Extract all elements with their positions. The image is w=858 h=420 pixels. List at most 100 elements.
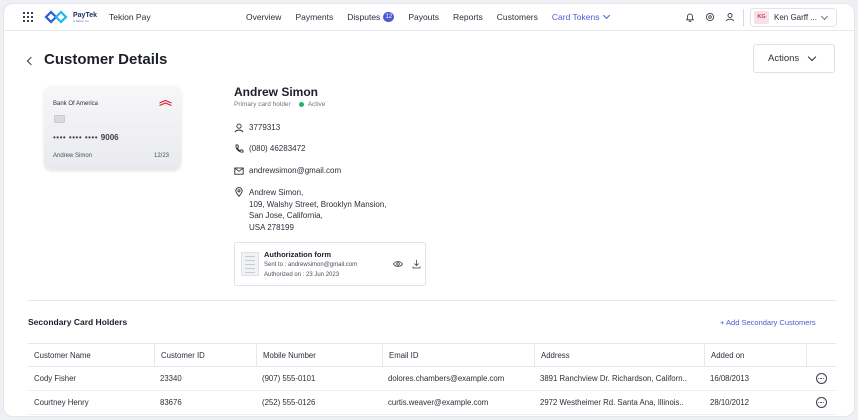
col-customer-id[interactable]: Customer ID <box>154 344 256 366</box>
nav-disputes-label: Disputes <box>347 12 381 22</box>
cell-customer-name: Courtney Henry <box>34 398 89 407</box>
settings-icon[interactable] <box>705 12 715 22</box>
add-secondary-customers-button[interactable]: + Add Secondary Customers <box>720 318 816 327</box>
logo-text: PayTek <box>73 11 97 19</box>
table-row[interactable]: Cody Fisher 23340 (907) 555-0101 dolores… <box>28 367 836 391</box>
back-arrow-icon[interactable] <box>26 56 36 66</box>
cell-added-on: 16/08/2013 <box>710 374 750 383</box>
avatar: KG <box>754 11 769 24</box>
bell-icon[interactable] <box>685 12 695 22</box>
chevron-down-icon <box>820 12 829 20</box>
table-header: Customer Name Customer ID Mobile Number … <box>28 343 836 367</box>
customer-id-row: 3779313 <box>234 123 280 133</box>
card-chip <box>54 115 65 123</box>
customer-role: Primary card holder <box>234 101 291 108</box>
customer-email: andrewsimon@gmail.com <box>249 166 342 175</box>
mail-icon <box>234 167 244 175</box>
section-divider <box>28 300 836 301</box>
cell-address: 3891 Ranchview Dr. Richardson, Californ.… <box>540 374 687 383</box>
actions-dropdown[interactable]: Actions <box>753 44 835 73</box>
nav-divider <box>743 9 744 26</box>
customer-phone: (080) 46283472 <box>249 144 306 153</box>
nav-reports[interactable]: Reports <box>453 12 483 22</box>
auth-form-title: Authorization form <box>264 250 332 259</box>
nav-overview[interactable]: Overview <box>246 12 281 22</box>
secondary-holders-table: Customer Name Customer ID Mobile Number … <box>28 343 836 415</box>
app-window: PayTek a Tekion Co Tekion Pay Overview P… <box>3 3 855 417</box>
paytek-logo[interactable]: PayTek a Tekion Co <box>44 10 97 24</box>
col-added-on[interactable]: Added on <box>704 344 806 366</box>
customer-address: Andrew Simon, 109, Walshy Street, Brookl… <box>249 187 387 233</box>
status-dot <box>298 102 304 107</box>
brand-name: Tekion Pay <box>109 12 151 22</box>
table-row[interactable]: Courtney Henry 83676 (252) 555-0126 curt… <box>28 391 836 415</box>
cell-customer-name: Cody Fisher <box>34 374 77 383</box>
chevron-down-icon <box>603 11 611 20</box>
card-number-masked: •••• •••• •••• <box>53 133 99 142</box>
bank-logo-icon <box>159 100 172 107</box>
nav-payouts[interactable]: Payouts <box>408 12 439 22</box>
cell-address: 2972 Westheimer Rd. Santa Ana, Illinois.… <box>540 398 684 407</box>
secondary-section-title: Secondary Card Holders <box>28 317 128 327</box>
cell-added-on: 28/10/2012 <box>710 398 750 407</box>
auth-authorized-on: Authorized on : 23 Jun 2023 <box>264 272 340 278</box>
cell-email-id: curtis.weaver@example.com <box>388 398 489 407</box>
row-actions <box>806 367 836 390</box>
document-thumbnail-icon <box>241 252 259 276</box>
cell-customer-id: 83676 <box>160 398 182 407</box>
app-grid-icon[interactable] <box>23 12 33 22</box>
authorization-form-card: Authorization form Sent to : andrewsimon… <box>234 242 426 286</box>
nav-customers[interactable]: Customers <box>497 12 538 22</box>
customer-address-row: Andrew Simon, 109, Walshy Street, Brookl… <box>234 187 387 233</box>
auth-sent-to: Sent to : andrewsimon@gmail.com <box>264 262 358 268</box>
download-icon[interactable] <box>412 259 421 269</box>
col-customer-name[interactable]: Customer Name <box>28 344 154 366</box>
card-bank-name: Bank Of America <box>53 101 99 107</box>
customer-email-row: andrewsimon@gmail.com <box>234 166 341 176</box>
row-actions <box>806 391 836 414</box>
nav-payments[interactable]: Payments <box>295 12 333 22</box>
customer-phone-row: (080) 46283472 <box>234 144 306 154</box>
card-holder-name: Andrew Simon <box>53 153 93 159</box>
cell-mobile-number: (907) 555-0101 <box>262 374 316 383</box>
user-menu[interactable]: KG Ken Garff ... <box>750 8 837 27</box>
nav-card-tokens[interactable]: Card Tokens <box>551 11 611 22</box>
actions-label: Actions <box>768 53 800 64</box>
profile-icon[interactable] <box>725 12 735 22</box>
chevron-down-icon <box>807 52 817 62</box>
card-last4: 9006 <box>100 133 119 142</box>
location-pin-icon <box>235 187 243 197</box>
top-navigation: PayTek a Tekion Co Tekion Pay Overview P… <box>4 4 854 31</box>
col-mobile-number[interactable]: Mobile Number <box>256 344 382 366</box>
logo-subtext: a Tekion Co <box>73 18 89 23</box>
customer-role-status: Primary card holder Active <box>234 101 325 108</box>
col-email-id[interactable]: Email ID <box>382 344 534 366</box>
address-line: San Jose, California, <box>249 211 323 220</box>
main-nav: Overview Payments Disputes 12 Payouts Rep… <box>246 11 623 22</box>
card-expiry: 12/23 <box>154 153 170 159</box>
col-actions <box>806 344 836 366</box>
nav-disputes[interactable]: Disputes 12 <box>347 12 395 22</box>
more-options-icon[interactable] <box>815 397 827 408</box>
cell-mobile-number: (252) 555-0126 <box>262 398 316 407</box>
customer-name: Andrew Simon <box>234 85 319 99</box>
paytek-logo-mark-icon <box>44 10 68 24</box>
card-number: •••• •••• •••• 9006 <box>53 133 119 142</box>
cell-email-id: dolores.chambers@example.com <box>388 374 505 383</box>
credit-card: Bank Of America •••• •••• •••• 9006 Andr… <box>44 86 181 170</box>
eye-icon[interactable] <box>393 260 403 268</box>
customer-id: 3779313 <box>249 123 281 132</box>
cell-customer-id: 23340 <box>160 374 182 383</box>
disputes-count-badge: 12 <box>383 12 395 22</box>
col-address[interactable]: Address <box>534 344 704 366</box>
user-name: Ken Garff ... <box>774 13 817 22</box>
address-line: 109, Walshy Street, Brooklyn Mansion, <box>249 199 387 209</box>
address-line: Andrew Simon, <box>249 188 304 197</box>
nav-card-tokens-label: Card Tokens <box>551 12 600 22</box>
page-title: Customer Details <box>44 51 168 68</box>
user-icon <box>234 123 244 133</box>
top-icons <box>685 12 735 22</box>
more-options-icon[interactable] <box>815 373 827 384</box>
status-label: Active <box>307 101 326 108</box>
address-line: USA 278199 <box>249 222 294 232</box>
